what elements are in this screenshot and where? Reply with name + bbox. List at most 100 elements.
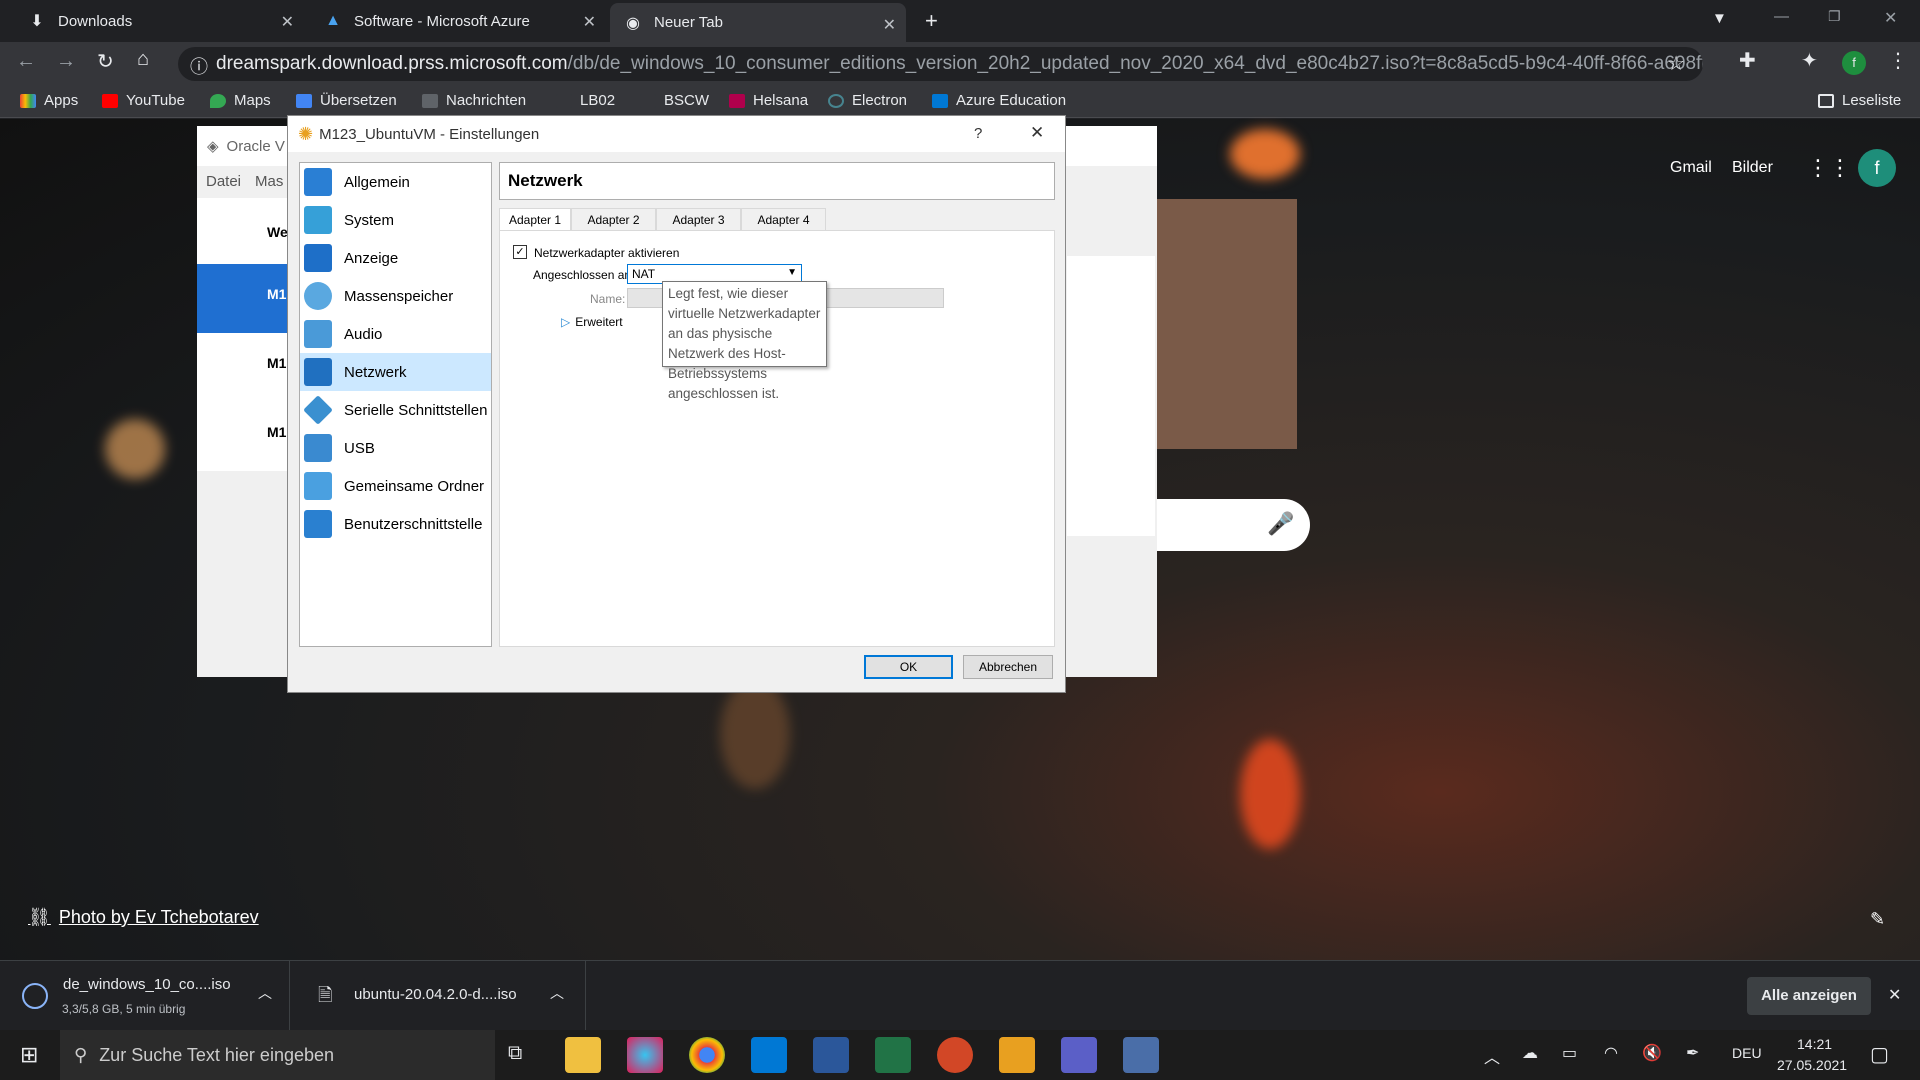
clock-time[interactable]: 14:21 <box>1797 1036 1832 1052</box>
powerpoint-icon[interactable] <box>937 1037 973 1073</box>
task-view-icon[interactable]: ⧉ <box>508 1042 522 1065</box>
tab-adapter-4[interactable]: Adapter 4 <box>741 208 826 230</box>
window-close-icon[interactable]: ✕ <box>1884 8 1897 28</box>
windows-start-icon[interactable]: ⊞ <box>20 1042 38 1068</box>
bookmark-apps[interactable]: Apps <box>20 92 78 109</box>
back-icon[interactable]: ← <box>16 50 36 73</box>
virtualbox-vm-icon[interactable] <box>999 1037 1035 1073</box>
bookmark-helsana[interactable]: Helsana <box>729 92 808 109</box>
address-bar[interactable]: ⓘ dreamspark.download.prss.microsoft.com… <box>178 47 1703 81</box>
category-usb[interactable]: USB <box>300 429 491 467</box>
vm-list-item[interactable]: We <box>197 198 289 264</box>
enable-adapter-checkbox[interactable]: ✓ <box>513 245 527 259</box>
menu-file[interactable]: Datei <box>206 173 241 190</box>
site-info-icon[interactable]: ⓘ <box>190 53 208 79</box>
bookmark-bscw[interactable]: BSCW <box>640 92 709 109</box>
images-link[interactable]: Bilder <box>1732 159 1773 177</box>
menu-machine[interactable]: Mas <box>255 173 283 190</box>
profile-avatar[interactable]: f <box>1858 149 1896 187</box>
background-light <box>1230 129 1300 179</box>
pen-icon[interactable]: ✒ <box>1686 1043 1699 1063</box>
bookmark-lb02[interactable]: LB02 <box>556 92 615 109</box>
explorer-icon[interactable] <box>565 1037 601 1073</box>
bookmark-maps[interactable]: Maps <box>210 92 271 109</box>
extensions-icon[interactable]: ✚ <box>1739 48 1756 73</box>
tab-adapter-3[interactable]: Adapter 3 <box>656 208 741 230</box>
bookmark-youtube[interactable]: YouTube <box>102 92 185 109</box>
photo-credit-link[interactable]: ⛓ Photo by Ev Tchebotarev <box>28 907 259 928</box>
background-light <box>105 419 165 479</box>
excel-icon[interactable] <box>875 1037 911 1073</box>
close-icon[interactable]: ✕ <box>1030 123 1044 143</box>
tab-neuer-tab[interactable]: ◉ Neuer Tab ✕ <box>610 3 906 42</box>
show-hidden-icons-icon[interactable]: ︿ <box>1484 1044 1500 1068</box>
cancel-button[interactable]: Abbrechen <box>963 655 1053 679</box>
close-icon[interactable]: ✕ <box>883 15 896 35</box>
tab-azure[interactable]: ▲ Software - Microsoft Azure ✕ <box>310 0 606 42</box>
teams-icon[interactable] <box>1061 1037 1097 1073</box>
taskbar-search[interactable]: ⚲ Zur Suche Text hier eingeben <box>60 1030 495 1080</box>
virtualbox-icon[interactable] <box>1123 1037 1159 1073</box>
new-tab-button[interactable]: + <box>925 8 938 34</box>
window-title: Oracle V <box>226 137 285 155</box>
show-all-button[interactable]: Alle anzeigen <box>1747 977 1871 1015</box>
clock-date[interactable]: 27.05.2021 <box>1777 1057 1847 1073</box>
reload-icon[interactable]: ↻ <box>97 49 114 74</box>
slack-icon[interactable] <box>627 1037 663 1073</box>
microphone-icon[interactable]: 🎤 <box>1267 511 1294 537</box>
tab-adapter-2[interactable]: Adapter 2 <box>571 208 656 230</box>
puzzle-icon[interactable]: ✦ <box>1801 48 1818 73</box>
help-button[interactable]: ? <box>974 125 982 142</box>
bookmark-electron[interactable]: Electron <box>828 92 907 109</box>
home-icon[interactable]: ⌂ <box>137 48 149 71</box>
reading-list[interactable]: Leseliste <box>1818 92 1901 109</box>
chevron-up-icon[interactable]: ︿ <box>258 983 272 1003</box>
notification-icon[interactable]: ▢ <box>1870 1042 1889 1067</box>
minimize-icon[interactable]: — <box>1774 8 1789 25</box>
close-icon[interactable]: ✕ <box>1888 985 1901 1005</box>
vm-list-item[interactable]: M1 <box>197 333 289 402</box>
category-netzwerk[interactable]: Netzwerk <box>300 353 491 391</box>
volume-mute-icon[interactable]: 🔇 <box>1642 1043 1662 1063</box>
category-allgemein[interactable]: Allgemein <box>300 163 491 201</box>
category-gemeinsame-ordner[interactable]: Gemeinsame Ordner <box>300 467 491 505</box>
ok-button[interactable]: OK <box>864 655 953 679</box>
bookmark-translate[interactable]: Übersetzen <box>296 92 397 109</box>
close-icon[interactable]: ✕ <box>583 12 596 32</box>
restore-icon[interactable]: ❐ <box>1828 8 1841 25</box>
download-item[interactable]: 🗎 ubuntu-20.04.2.0-d....iso ︿ <box>296 961 586 1031</box>
gmail-link[interactable]: Gmail <box>1670 159 1712 177</box>
category-list: Allgemein System Anzeige Massenspeicher … <box>299 162 492 647</box>
close-icon[interactable]: ✕ <box>281 12 294 32</box>
wifi-icon[interactable]: ◠ <box>1604 1043 1618 1063</box>
language-indicator[interactable]: DEU <box>1732 1045 1762 1061</box>
tab-search-icon[interactable]: ▼ <box>1712 10 1727 27</box>
category-benutzerschnittstelle[interactable]: Benutzerschnittstelle <box>300 505 491 543</box>
category-audio[interactable]: Audio <box>300 315 491 353</box>
forward-icon[interactable]: → <box>56 50 76 73</box>
category-system[interactable]: System <box>300 201 491 239</box>
word-icon[interactable] <box>813 1037 849 1073</box>
bookmark-star-icon[interactable]: ☆ <box>1667 51 1685 76</box>
category-serielle-schnittstellen[interactable]: Serielle Schnittstellen <box>300 391 491 429</box>
bookmark-news[interactable]: Nachrichten <box>422 92 526 109</box>
vm-list-item[interactable]: M1 <box>197 264 289 333</box>
tab-downloads[interactable]: ⬇ Downloads ✕ <box>14 0 304 42</box>
onedrive-icon[interactable]: ☁ <box>1522 1043 1538 1063</box>
tab-adapter-1[interactable]: Adapter 1 <box>499 208 571 231</box>
vm-list-item[interactable]: M1 <box>197 402 289 471</box>
outlook-icon[interactable] <box>751 1037 787 1073</box>
bookmark-azure[interactable]: Azure Education <box>932 92 1066 109</box>
chevron-up-icon[interactable]: ︿ <box>550 983 564 1003</box>
customize-pencil-icon[interactable]: ✎ <box>1870 909 1885 930</box>
google-search-box[interactable]: 🎤 <box>1157 499 1310 551</box>
advanced-toggle[interactable]: ▷ Erweitert <box>561 315 623 329</box>
category-massenspeicher[interactable]: Massenspeicher <box>300 277 491 315</box>
google-apps-icon[interactable]: ⋮⋮ <box>1807 155 1851 181</box>
category-anzeige[interactable]: Anzeige <box>300 239 491 277</box>
chrome-icon[interactable] <box>689 1037 725 1073</box>
download-item[interactable]: de_windows_10_co....iso 3,3/5,8 GB, 5 mi… <box>0 961 290 1031</box>
profile-avatar[interactable]: f <box>1842 51 1866 75</box>
menu-icon[interactable]: ⋮ <box>1888 48 1908 73</box>
battery-icon[interactable]: ▭ <box>1562 1043 1577 1063</box>
